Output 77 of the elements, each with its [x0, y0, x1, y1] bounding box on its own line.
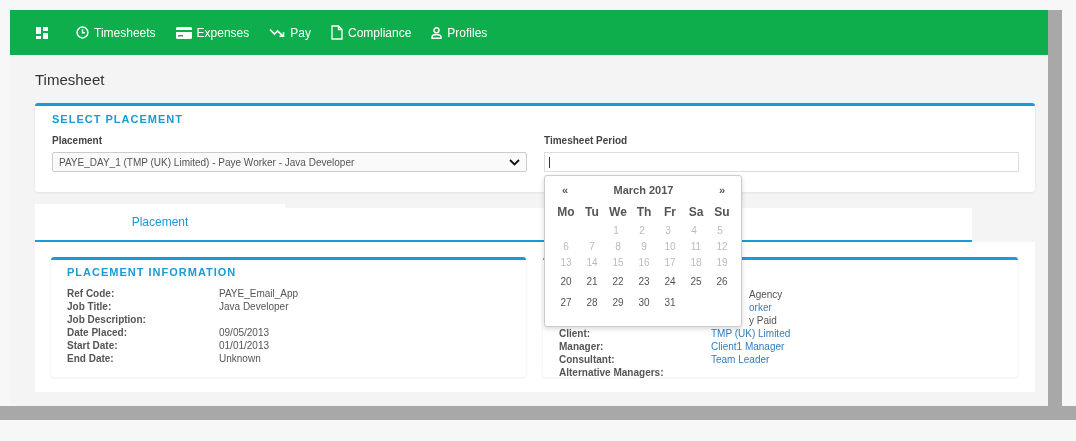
calendar-day: 15: [605, 255, 631, 271]
calendar-day: 13: [553, 255, 579, 271]
credit-card-icon: [175, 26, 192, 39]
info-label: Manager:: [559, 341, 604, 352]
calendar-day: 19: [709, 255, 735, 271]
info-value: Agency: [749, 288, 783, 301]
weekday-label: Tu: [584, 204, 600, 221]
calendar-day: 8: [605, 239, 631, 255]
calendar-day[interactable]: 26: [709, 271, 735, 292]
trend-down-icon: [269, 28, 286, 37]
calendar-day: 16: [631, 255, 657, 271]
info-label: Job Title:: [67, 300, 113, 313]
page-title: Timesheet: [35, 71, 106, 89]
calendar-day: 18: [683, 255, 709, 271]
calendar-day[interactable]: 21: [579, 271, 605, 292]
calendar-day: 5: [707, 223, 733, 239]
next-month-button[interactable]: »: [718, 184, 725, 196]
info-link[interactable]: TMP (UK) Limited: [711, 327, 791, 340]
calendar-day: 14: [579, 255, 605, 271]
info-label: Client:: [559, 328, 591, 339]
info-link[interactable]: Team Leader: [711, 353, 770, 366]
calendar-day: 9: [631, 239, 657, 255]
info-link[interactable]: orker: [749, 301, 772, 314]
dashboard-button[interactable]: [36, 26, 48, 39]
calendar-day: 7: [579, 239, 605, 255]
weekday-label: Su: [713, 204, 731, 221]
calendar-day: 1: [603, 223, 629, 239]
clock-icon: [76, 26, 89, 39]
weekday-label: Sa: [687, 204, 705, 221]
weekday-label: Fr: [663, 204, 677, 221]
weekday-label: Mo: [556, 204, 576, 221]
calendar-day: 2: [629, 223, 655, 239]
document-icon: [330, 25, 343, 40]
calendar-day: 4: [681, 223, 707, 239]
info-value: 09/05/2013: [219, 326, 270, 339]
info-label: Start Date:: [67, 339, 119, 352]
info-label: Date Placed:: [67, 326, 129, 339]
calendar-day: 10: [657, 239, 683, 255]
calendar-day[interactable]: 23: [631, 271, 657, 292]
info-label: Ref Code:: [67, 287, 116, 300]
calendar-day: 12: [709, 239, 735, 255]
info-value: 01/01/2013: [219, 339, 270, 352]
grid-icon: [36, 26, 48, 39]
field-label: Placement: [52, 135, 104, 147]
info-value: Java Developer: [219, 300, 289, 313]
calendar-day: 3: [655, 223, 681, 239]
info-label: Consultant:: [559, 354, 615, 365]
info-link[interactable]: Client1 Manager: [711, 340, 785, 353]
info-label: End Date:: [67, 352, 115, 365]
calendar-day[interactable]: 22: [605, 271, 631, 292]
calendar-day[interactable]: 31: [657, 292, 683, 313]
info-label: Alternative Managers:: [559, 367, 664, 378]
person-icon: [431, 26, 443, 39]
calendar-day[interactable]: 29: [605, 292, 631, 313]
calendar-day[interactable]: 30: [631, 292, 657, 313]
calendar-day: 17: [657, 255, 683, 271]
weekday-label: Th: [635, 204, 653, 221]
month-title[interactable]: March 2017: [613, 184, 674, 196]
calendar-day: 11: [683, 239, 709, 255]
info-label: Job Description:: [67, 313, 147, 326]
placement-select[interactable]: PAYE_DAY_1 (TMP (UK) Limited) - Paye Worker - Java Developer: [52, 152, 527, 172]
calendar-day[interactable]: 20: [553, 271, 579, 292]
calendar-day: 6: [553, 239, 579, 255]
calendar-day[interactable]: 24: [657, 271, 683, 292]
info-value: Unknown: [219, 352, 261, 365]
info-value: PAYE_Email_App: [219, 287, 299, 300]
info-value: y Paid: [749, 314, 777, 327]
weekday-label: We: [608, 204, 628, 221]
previous-month-button[interactable]: «: [562, 184, 569, 196]
calendar-day[interactable]: 27: [553, 292, 579, 313]
card-title: SELECT PLACEMENT: [52, 113, 184, 126]
field-label: Timesheet Period: [544, 135, 629, 147]
chevron-down-icon: [509, 158, 520, 166]
calendar-day[interactable]: 25: [683, 271, 709, 292]
calendar-day[interactable]: 28: [579, 292, 605, 313]
card-title: PLACEMENT INFORMATION: [67, 266, 238, 279]
timesheet-period-field[interactable]: [544, 152, 1019, 172]
